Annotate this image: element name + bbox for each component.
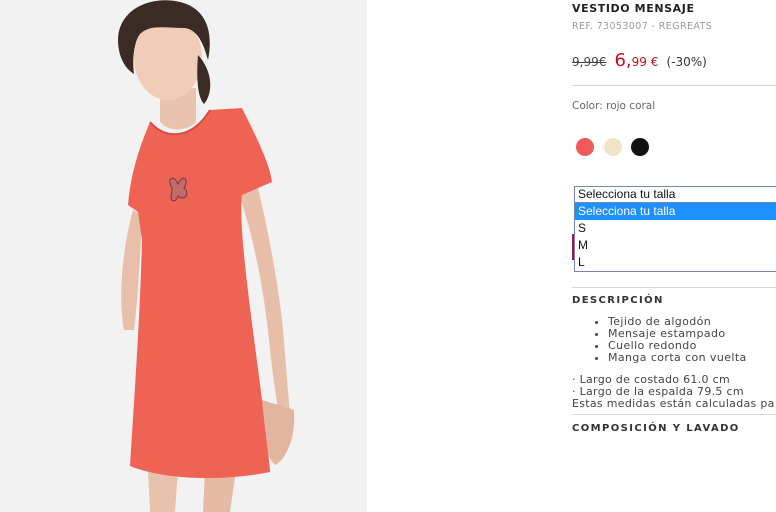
swatch-rojo-coral[interactable] [576, 138, 594, 156]
new-price-dec: 99 € [631, 55, 659, 69]
size-options-list: Selecciona tu talla S M L [574, 203, 776, 272]
size-option-l[interactable]: L [575, 254, 776, 271]
divider [572, 287, 776, 288]
size-select[interactable]: Selecciona tu talla Selecciona tu talla … [574, 186, 776, 272]
divider [572, 414, 776, 415]
model-photo [0, 0, 367, 512]
price-row: 9,99€ 6,99 € (-30%) [572, 50, 707, 71]
product-title: VESTIDO MENSAJE [572, 2, 695, 15]
size-option-m[interactable]: M [575, 237, 776, 254]
product-info-panel: VESTIDO MENSAJE REF. 73053007 - REGREATS… [572, 0, 776, 512]
measure-note: Estas medidas están calculadas pa [572, 397, 775, 410]
new-price-int: 6, [614, 50, 632, 71]
feature-item: Manga corta con vuelta [608, 352, 747, 364]
swatch-crudo[interactable] [604, 138, 622, 156]
color-label: Color: rojo coral [572, 100, 656, 112]
divider [572, 85, 776, 86]
features-list: Tejido de algodón Mensaje estampado Cuel… [572, 316, 747, 364]
size-select-value[interactable]: Selecciona tu talla [574, 186, 776, 203]
size-option-default[interactable]: Selecciona tu talla [575, 203, 776, 220]
composition-title[interactable]: COMPOSICIÓN Y LAVADO [572, 423, 740, 434]
product-image[interactable] [0, 0, 367, 512]
size-option-s[interactable]: S [575, 220, 776, 237]
old-price: 9,99€ [572, 55, 607, 69]
description-title[interactable]: DESCRIPCIÓN [572, 295, 664, 306]
discount-label: (-30%) [666, 55, 707, 69]
swatch-negro[interactable] [631, 138, 649, 156]
product-reference: REF. 73053007 - REGREATS [572, 21, 713, 32]
